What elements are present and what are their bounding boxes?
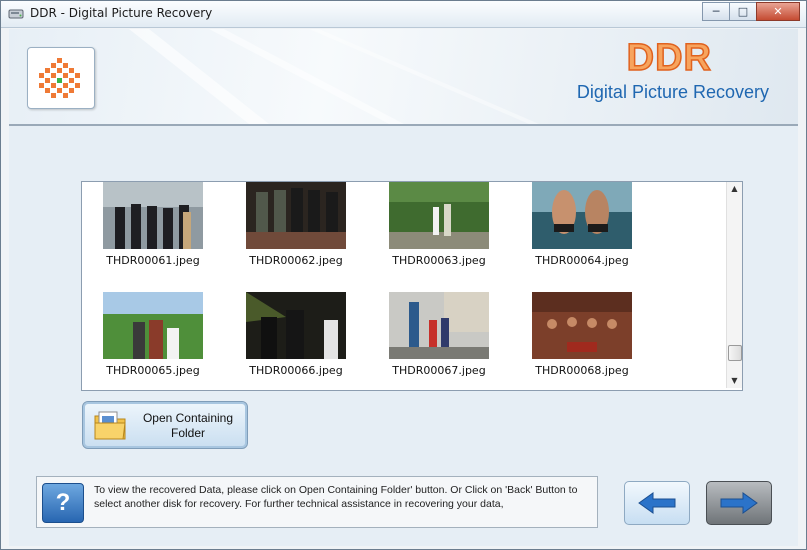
help-text: To view the recovered Data, please click… <box>94 484 578 510</box>
close-icon: ✕ <box>773 5 783 18</box>
image-item[interactable]: THDR00062.jpeg <box>241 182 351 267</box>
open-folder-label-line2: Folder <box>170 426 205 440</box>
open-folder-label: Open Containing Folder <box>133 411 243 441</box>
photo-thumbnail-icon <box>103 292 203 359</box>
image-item[interactable]: THDR00064.jpeg <box>527 182 637 267</box>
photo-thumbnail-icon <box>246 182 346 249</box>
open-folder-label-line1: Open Containing <box>142 411 234 425</box>
next-button[interactable] <box>706 481 772 525</box>
header-banner: DDR Digital Picture Recovery <box>9 29 798 126</box>
window-title: DDR - Digital Picture Recovery <box>30 6 213 20</box>
arrow-right-icon <box>720 492 758 514</box>
image-filename: THDR00068.jpeg <box>535 364 629 377</box>
recovered-images-list[interactable]: THDR00061.jpeg THDR00062.jpeg THDR00063.… <box>81 181 743 391</box>
back-button[interactable] <box>624 481 690 525</box>
image-item[interactable]: THDR00061.jpeg <box>98 182 208 267</box>
maximize-icon: □ <box>737 5 749 18</box>
brand-logo-text: DDR <box>626 36 712 80</box>
vertical-scrollbar[interactable]: ▲ ▼ <box>726 182 742 388</box>
folder-icon <box>94 411 126 440</box>
scroll-thumb[interactable] <box>728 345 742 361</box>
brand-subtitle: Digital Picture Recovery <box>576 82 769 102</box>
image-item[interactable]: THDR00065.jpeg <box>98 292 208 377</box>
scroll-up-icon[interactable]: ▲ <box>727 182 742 196</box>
app-window: DDR - Digital Picture Recovery ─ □ ✕ DDR… <box>0 0 807 550</box>
window-controls: ─ □ ✕ <box>702 2 800 21</box>
image-item[interactable]: THDR00063.jpeg <box>384 182 494 267</box>
arrow-left-icon <box>638 492 676 514</box>
open-containing-folder-button[interactable]: Open Containing Folder <box>82 401 248 449</box>
title-bar[interactable]: DDR - Digital Picture Recovery ─ □ ✕ <box>1 1 806 28</box>
photo-thumbnail-icon <box>103 182 203 249</box>
image-filename: THDR00064.jpeg <box>535 254 629 267</box>
image-filename: THDR00067.jpeg <box>392 364 486 377</box>
minimize-icon: ─ <box>712 5 720 18</box>
photo-thumbnail-icon <box>389 182 489 249</box>
image-filename: THDR00065.jpeg <box>106 364 200 377</box>
question-mark-icon: ? <box>55 489 71 516</box>
image-item[interactable]: THDR00066.jpeg <box>241 292 351 377</box>
image-filename: THDR00066.jpeg <box>249 364 343 377</box>
minimize-button[interactable]: ─ <box>702 2 730 21</box>
help-button[interactable]: ? <box>42 483 84 523</box>
photo-thumbnail-icon <box>389 292 489 359</box>
image-filename: THDR00063.jpeg <box>392 254 486 267</box>
photo-thumbnail-icon <box>246 292 346 359</box>
image-item[interactable]: THDR00067.jpeg <box>384 292 494 377</box>
checker-logo-icon <box>39 58 80 98</box>
help-panel: ? To view the recovered Data, please cli… <box>36 476 598 528</box>
app-logo <box>27 47 95 109</box>
image-filename: THDR00061.jpeg <box>106 254 200 267</box>
maximize-button[interactable]: □ <box>729 2 757 21</box>
photo-thumbnail-icon <box>532 292 632 359</box>
image-filename: THDR00062.jpeg <box>249 254 343 267</box>
app-drive-icon <box>8 9 24 19</box>
image-item[interactable]: THDR00068.jpeg <box>527 292 637 377</box>
scroll-down-icon[interactable]: ▼ <box>727 374 742 388</box>
main-content: THDR00061.jpeg THDR00062.jpeg THDR00063.… <box>9 126 798 546</box>
photo-thumbnail-icon <box>532 182 632 249</box>
close-button[interactable]: ✕ <box>756 2 800 21</box>
